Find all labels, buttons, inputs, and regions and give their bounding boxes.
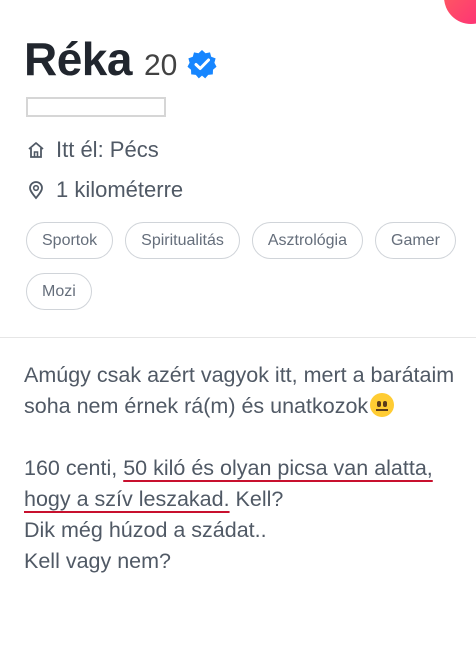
interest-chip[interactable]: Sportok [26, 222, 114, 259]
bio-paragraph-1: Amúgy csak azért vagyok itt, mert a bará… [24, 360, 464, 422]
bio-line-2b: Kell? [229, 487, 284, 511]
bio-line-2a: 160 centi, [24, 456, 124, 480]
bio-line-4: Kell vagy nem? [24, 549, 171, 573]
interest-chip[interactable]: Gamer [375, 222, 456, 259]
interest-chip[interactable]: Spiritualitás [125, 222, 240, 259]
interest-chip[interactable]: Mozi [26, 273, 92, 310]
bio-line-3: Dik még húzod a szádat.. [24, 518, 267, 542]
bio-paragraph-2: 160 centi, 50 kiló és olyan picsa van al… [24, 453, 464, 577]
lives-in-row: Itt él: Pécs [26, 137, 159, 163]
lives-in-text: Itt él: Pécs [56, 137, 159, 162]
distance-text: 1 kilométerre [56, 177, 184, 202]
profile-name: Réka [24, 33, 132, 85]
profile-age: 20 [143, 49, 178, 82]
neutral-face-emoji [370, 393, 395, 417]
distance-row: 1 kilométerre [26, 177, 183, 203]
section-divider [0, 337, 476, 338]
bio-text: Amúgy csak azért vagyok itt, mert a bará… [24, 360, 464, 577]
verified-badge-icon [187, 49, 217, 84]
location-pin-icon [29, 181, 43, 200]
home-icon [28, 142, 44, 158]
redacted-field [26, 97, 166, 117]
interest-chip[interactable]: Asztrológia [251, 222, 363, 259]
interest-chips: Sportok Spiritualitás Asztrológia Gamer … [26, 222, 456, 310]
profile-header: Réka 20 [24, 32, 217, 86]
action-button[interactable] [444, 0, 476, 24]
